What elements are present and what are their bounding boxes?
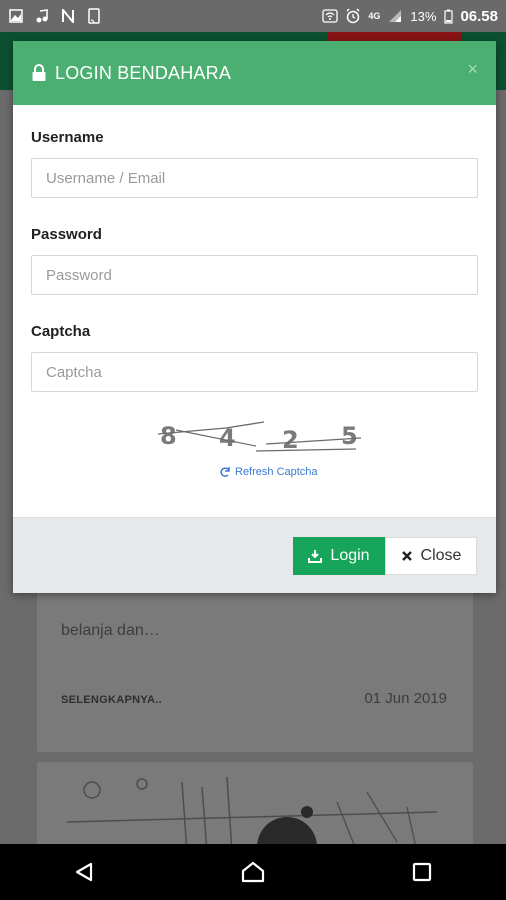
- modal-footer: Login Close: [13, 517, 496, 593]
- signal-icon: [387, 8, 403, 24]
- image-notification-icon: [8, 8, 24, 24]
- close-button-label: Close: [420, 547, 462, 564]
- alarm-icon: [345, 8, 361, 24]
- login-button[interactable]: Login: [293, 537, 385, 575]
- music-notification-icon: [34, 8, 50, 24]
- captcha-label: Captcha: [31, 323, 91, 340]
- captcha-image: 8 4 2 5: [157, 421, 362, 454]
- password-input[interactable]: [31, 255, 478, 295]
- battery-percent: 13%: [410, 8, 437, 24]
- refresh-icon: [220, 467, 230, 477]
- recents-button[interactable]: [402, 852, 442, 892]
- refresh-captcha-label: Refresh Captcha: [235, 466, 318, 478]
- status-bar: 4G 13% 06.58: [0, 0, 506, 32]
- modal-header: LOGIN BENDAHARA ×: [13, 41, 496, 105]
- news-date: 01 Jun 2019: [364, 690, 447, 707]
- battery-icon: [443, 8, 453, 24]
- cast-notification-icon: [86, 8, 102, 24]
- back-button[interactable]: [64, 852, 104, 892]
- modal-close-icon[interactable]: ×: [467, 59, 478, 80]
- navigation-bar: [0, 844, 506, 900]
- captcha-input[interactable]: [31, 352, 478, 392]
- back-icon: [76, 862, 93, 882]
- captcha-digit: 5: [341, 422, 358, 450]
- username-input[interactable]: [31, 158, 478, 198]
- wifi-hotspot-icon: [322, 8, 339, 24]
- login-modal: LOGIN BENDAHARA × Username Password Capt…: [13, 41, 496, 593]
- close-button[interactable]: Close: [385, 537, 477, 575]
- news-excerpt: belanja dan…: [61, 622, 160, 639]
- password-label: Password: [31, 226, 102, 243]
- modal-body: Username Password Captcha 8 4 2 5 Refres…: [13, 105, 496, 512]
- modal-title: LOGIN BENDAHARA: [55, 62, 232, 83]
- refresh-captcha-link[interactable]: Refresh Captcha: [219, 466, 318, 478]
- download-icon: [308, 550, 323, 563]
- captcha-digit: 8: [160, 422, 177, 450]
- n-notification-icon: [60, 8, 76, 24]
- home-icon: [241, 861, 265, 883]
- captcha-area: 8 4 2 5 Refresh Captcha: [31, 420, 478, 512]
- username-label: Username: [31, 129, 104, 146]
- close-icon: [401, 551, 412, 561]
- read-more-link[interactable]: SELENGKAPNYA..: [61, 694, 162, 706]
- home-button[interactable]: [233, 852, 273, 892]
- clock: 06.58: [460, 7, 498, 25]
- network-type-icon: 4G: [368, 11, 381, 21]
- login-button-label: Login: [330, 547, 370, 564]
- recents-icon: [412, 862, 431, 882]
- lock-icon: [31, 64, 47, 82]
